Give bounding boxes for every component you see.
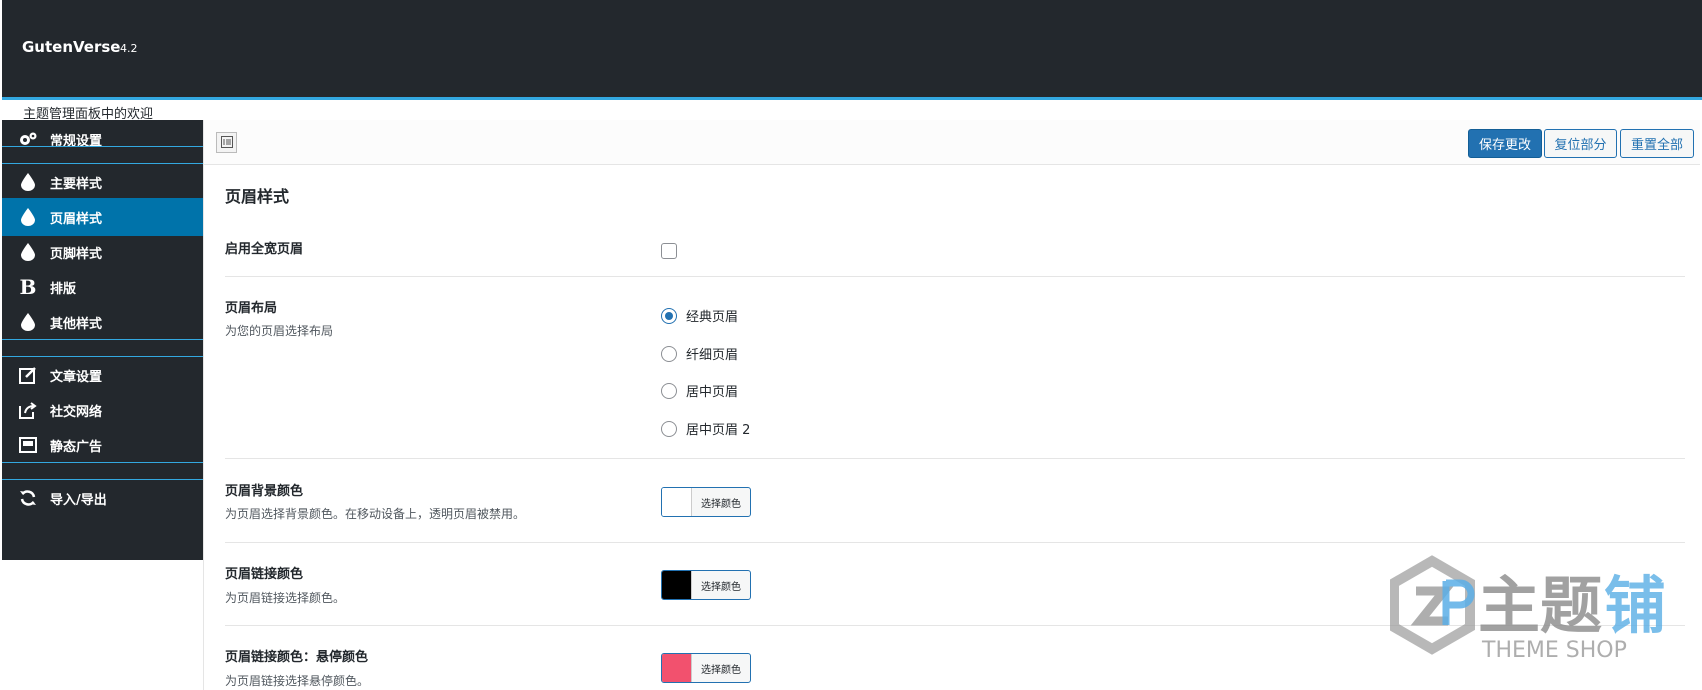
sidebar-item-label: 主要样式 (50, 176, 103, 192)
full-width-label: 启用全宽页眉 (225, 242, 304, 257)
layout-option-centered-2[interactable]: 居中页眉 2 (661, 419, 750, 438)
brand-version: 4.2 (120, 42, 138, 55)
color-swatch (662, 654, 692, 682)
pick-color-label: 选择颜色 (701, 581, 741, 593)
sidebar-item-header-style[interactable]: 页眉样式 (2, 198, 203, 236)
watermark-cn-accent: 铺 (1604, 569, 1666, 642)
sidebar-item-social[interactable]: 社交网络 (2, 391, 203, 429)
link-color-label: 页眉链接颜色 (225, 567, 304, 582)
sidebar-item-other-style[interactable]: 其他样式 (2, 303, 203, 341)
layout-option-centered[interactable]: 居中页眉 (661, 381, 738, 400)
layout-label: 页眉布局 (225, 301, 278, 316)
sidebar-item-label: 排版 (50, 281, 77, 297)
save-changes-button[interactable]: 保存更改 (1468, 129, 1542, 158)
link-color-picker[interactable]: 选择颜色 (661, 570, 751, 600)
list-icon (220, 133, 233, 152)
sidebar-separator (2, 339, 203, 357)
edit-icon (16, 366, 40, 384)
sidebar-item-label: 其他样式 (50, 316, 103, 332)
drop-icon (16, 173, 40, 191)
sidebar-separator (2, 146, 203, 164)
drop-icon (16, 243, 40, 261)
radio-label: 居中页眉 2 (686, 423, 751, 438)
sidebar-border (203, 120, 204, 690)
color-swatch (662, 488, 692, 516)
drop-icon (16, 313, 40, 331)
bg-color-picker[interactable]: 选择颜色 (661, 487, 751, 517)
sidebar-item-typography[interactable]: B 排版 (2, 268, 203, 306)
sidebar-item-static-ads[interactable]: 静态广告 (2, 426, 203, 464)
sidebar-item-label: 导入/导出 (50, 492, 107, 508)
drop-icon (16, 208, 40, 226)
watermark-cn-main: 主题 (1478, 569, 1602, 642)
pick-color-label: 选择颜色 (701, 664, 741, 676)
bg-color-description: 为页眉选择背景颜色。在移动设备上，透明页眉被禁用。 (225, 507, 526, 521)
reset-section-button[interactable]: 复位部分 (1544, 129, 1617, 158)
sidebar-item-import-export[interactable]: 导入/导出 (2, 479, 203, 517)
gears-icon (16, 131, 40, 147)
sidebar-item-label: 页脚样式 (50, 246, 103, 262)
sidebar-item-label: 静态广告 (50, 439, 103, 455)
color-swatch (662, 571, 692, 599)
bg-color-label: 页眉背景颜色 (225, 484, 304, 499)
layout-option-classic[interactable]: 经典页眉 (661, 306, 738, 325)
full-width-checkbox[interactable] (661, 243, 677, 259)
sidebar-separator (2, 462, 203, 480)
reset-all-button[interactable]: 重置全部 (1620, 129, 1694, 158)
bold-icon: B (19, 275, 37, 299)
watermark-logo: 主题 铺 THEME SHOP (1389, 555, 1690, 675)
row-divider (225, 542, 1685, 543)
sidebar: 常规设置 主要样式 页眉样式 页脚样式 B 排版 其他样式 文章设置 社交网络 … (2, 120, 203, 560)
hover-color-picker[interactable]: 选择颜色 (661, 653, 751, 683)
watermark-en: THEME SHOP (1481, 638, 1627, 663)
hover-color-description: 为页眉链接选择悬停颜色。 (225, 674, 370, 688)
sidebar-item-label: 社交网络 (50, 404, 103, 420)
radio-button[interactable] (661, 382, 677, 399)
refresh-icon (16, 489, 40, 507)
radio-label: 居中页眉 (686, 385, 739, 400)
ad-icon (16, 437, 40, 453)
expand-toggle-button[interactable] (216, 132, 237, 153)
radio-button[interactable] (661, 307, 677, 324)
layout-description: 为您的页眉选择布局 (225, 324, 334, 338)
link-color-description: 为页眉链接选择颜色。 (225, 591, 346, 605)
radio-button[interactable] (661, 420, 677, 437)
brand-name: GutenVerse (22, 38, 121, 56)
top-header-bar: GutenVerse 4.2 (2, 0, 1702, 100)
radio-label: 纤细页眉 (686, 348, 739, 363)
share-icon (16, 401, 40, 419)
sidebar-item-main-style[interactable]: 主要样式 (2, 163, 203, 201)
row-divider (225, 458, 1685, 459)
options-toolbar: 保存更改 复位部分 重置全部 (204, 120, 1700, 165)
hover-color-label: 页眉链接颜色：悬停颜色 (225, 650, 369, 665)
sidebar-item-post-settings[interactable]: 文章设置 (2, 356, 203, 394)
sidebar-item-label: 页眉样式 (50, 211, 103, 227)
sidebar-item-footer-style[interactable]: 页脚样式 (2, 233, 203, 271)
row-divider (225, 276, 1685, 277)
sidebar-item-label: 文章设置 (50, 369, 103, 385)
pick-color-label: 选择颜色 (701, 498, 741, 510)
radio-button[interactable] (661, 345, 677, 362)
radio-label: 经典页眉 (686, 310, 739, 325)
section-title: 页眉样式 (225, 187, 290, 206)
layout-option-slim[interactable]: 纤细页眉 (661, 344, 738, 363)
